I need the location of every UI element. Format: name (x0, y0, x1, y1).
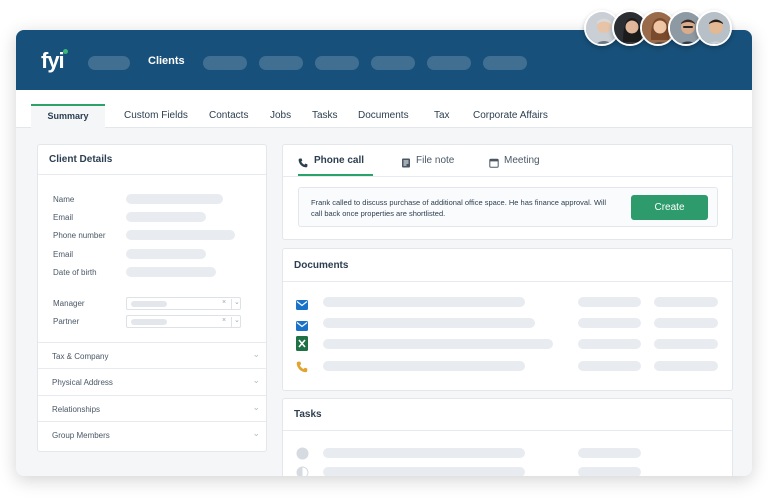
partner-select-value (131, 319, 167, 325)
nav-item-placeholder[interactable] (259, 56, 303, 70)
document-meta-placeholder (578, 339, 641, 349)
field-label-partner: Partner (53, 317, 80, 326)
select-separator (231, 299, 232, 309)
documents-title: Documents (294, 260, 349, 271)
mail-icon (296, 297, 308, 315)
tab-summary[interactable]: Summary (31, 104, 105, 128)
manager-select[interactable]: × ⌄ (126, 297, 241, 310)
document-meta-placeholder (654, 361, 718, 371)
document-meta-placeholder (578, 361, 641, 371)
accordion-label: Group Members (52, 431, 110, 440)
accordion-label: Tax & Company (52, 352, 109, 361)
clear-icon[interactable]: × (222, 317, 226, 324)
document-meta-placeholder (654, 339, 718, 349)
document-name-placeholder (323, 361, 525, 371)
tab-documents[interactable]: Documents (358, 110, 409, 121)
tab-file-note[interactable]: File note (416, 155, 454, 166)
chevron-down-icon: ⌄ (252, 375, 260, 385)
accordion-relationships[interactable]: Relationships ⌄ (38, 395, 266, 421)
fyi-logo[interactable]: fyi (41, 48, 65, 74)
tab-bar: Summary Custom Fields Contacts Jobs Task… (16, 90, 752, 128)
tab-corporate-affairs[interactable]: Corporate Affairs (473, 110, 548, 121)
accordion-group-members[interactable]: Group Members ⌄ (38, 421, 266, 447)
divider (283, 430, 732, 431)
divider (283, 176, 732, 177)
team-avatars (584, 10, 734, 50)
tab-custom-fields[interactable]: Custom Fields (124, 110, 188, 121)
nav-item-placeholder[interactable] (315, 56, 359, 70)
document-meta-placeholder (654, 318, 718, 328)
dob-value-placeholder (126, 267, 216, 277)
task-status-icon[interactable] (296, 447, 309, 465)
manager-select-value (131, 301, 167, 307)
phone-value-placeholder (126, 230, 235, 240)
chevron-down-icon: ⌄ (252, 428, 260, 438)
field-label-email-2: Email (53, 250, 74, 259)
nav-item-placeholder[interactable] (427, 56, 471, 70)
tab-phone-call[interactable]: Phone call (314, 155, 364, 166)
document-meta-placeholder (654, 297, 718, 307)
task-meta-placeholder (578, 467, 641, 476)
accordion-label: Relationships (52, 405, 101, 414)
divider (283, 281, 732, 282)
accordion-physical-address[interactable]: Physical Address ⌄ (38, 368, 266, 394)
field-label-dob: Date of birth (53, 268, 97, 277)
clear-icon[interactable]: × (222, 299, 226, 306)
nav-item-placeholder[interactable] (203, 56, 247, 70)
document-name-placeholder (323, 339, 553, 349)
document-meta-placeholder (578, 318, 641, 328)
field-label-name: Name (53, 195, 75, 204)
chevron-down-icon[interactable]: ⌄ (234, 298, 240, 306)
field-label-email: Email (53, 213, 74, 222)
file-note-icon (401, 155, 411, 173)
accordion-tax-company[interactable]: Tax & Company ⌄ (38, 342, 266, 368)
document-meta-placeholder (578, 297, 641, 307)
divider (38, 174, 266, 175)
logo-dot (63, 49, 68, 54)
note-text: Frank called to discuss purchase of addi… (311, 198, 607, 218)
nav-item-clients[interactable]: Clients (148, 55, 185, 67)
accordion-label: Physical Address (52, 378, 113, 387)
field-label-manager: Manager (53, 299, 85, 308)
task-progress-icon[interactable] (296, 466, 309, 476)
mail-icon (296, 318, 308, 336)
note-input[interactable]: Frank called to discuss purchase of addi… (298, 187, 718, 227)
client-details-title: Client Details (49, 154, 113, 165)
tab-tax[interactable]: Tax (434, 110, 450, 121)
task-name-placeholder (323, 448, 525, 458)
calendar-icon (489, 155, 499, 173)
documents-card: Documents (282, 248, 733, 391)
activity-card: Phone call File note Meeting Frank calle… (282, 144, 733, 240)
phone-icon (298, 155, 308, 173)
document-name-placeholder (323, 297, 525, 307)
chevron-down-icon: ⌄ (252, 402, 260, 412)
partner-select[interactable]: × ⌄ (126, 315, 241, 328)
excel-icon (296, 336, 308, 356)
nav-item-placeholder[interactable] (483, 56, 527, 70)
chevron-down-icon: ⌄ (252, 349, 260, 359)
app-window: fyi Clients Summary Custom Fields Contac… (16, 30, 752, 476)
name-value-placeholder (126, 194, 223, 204)
nav-item-placeholder[interactable] (88, 56, 130, 70)
email-value-placeholder (126, 212, 206, 222)
tasks-card: Tasks (282, 398, 733, 476)
chevron-down-icon[interactable]: ⌄ (234, 316, 240, 324)
tab-meeting[interactable]: Meeting (504, 155, 540, 166)
phone-icon (296, 360, 308, 378)
field-label-phone: Phone number (53, 231, 106, 240)
email-2-value-placeholder (126, 249, 206, 259)
nav-item-placeholder[interactable] (371, 56, 415, 70)
create-button[interactable]: Create (631, 195, 708, 220)
document-name-placeholder (323, 318, 535, 328)
client-details-card: Client Details Name Email Phone number E… (37, 144, 267, 452)
task-name-placeholder (323, 467, 525, 476)
tasks-title: Tasks (294, 409, 322, 420)
tab-tasks[interactable]: Tasks (312, 110, 338, 121)
tab-contacts[interactable]: Contacts (209, 110, 248, 121)
task-meta-placeholder (578, 448, 641, 458)
tab-jobs[interactable]: Jobs (270, 110, 291, 121)
avatar[interactable] (696, 10, 732, 46)
select-separator (231, 317, 232, 327)
